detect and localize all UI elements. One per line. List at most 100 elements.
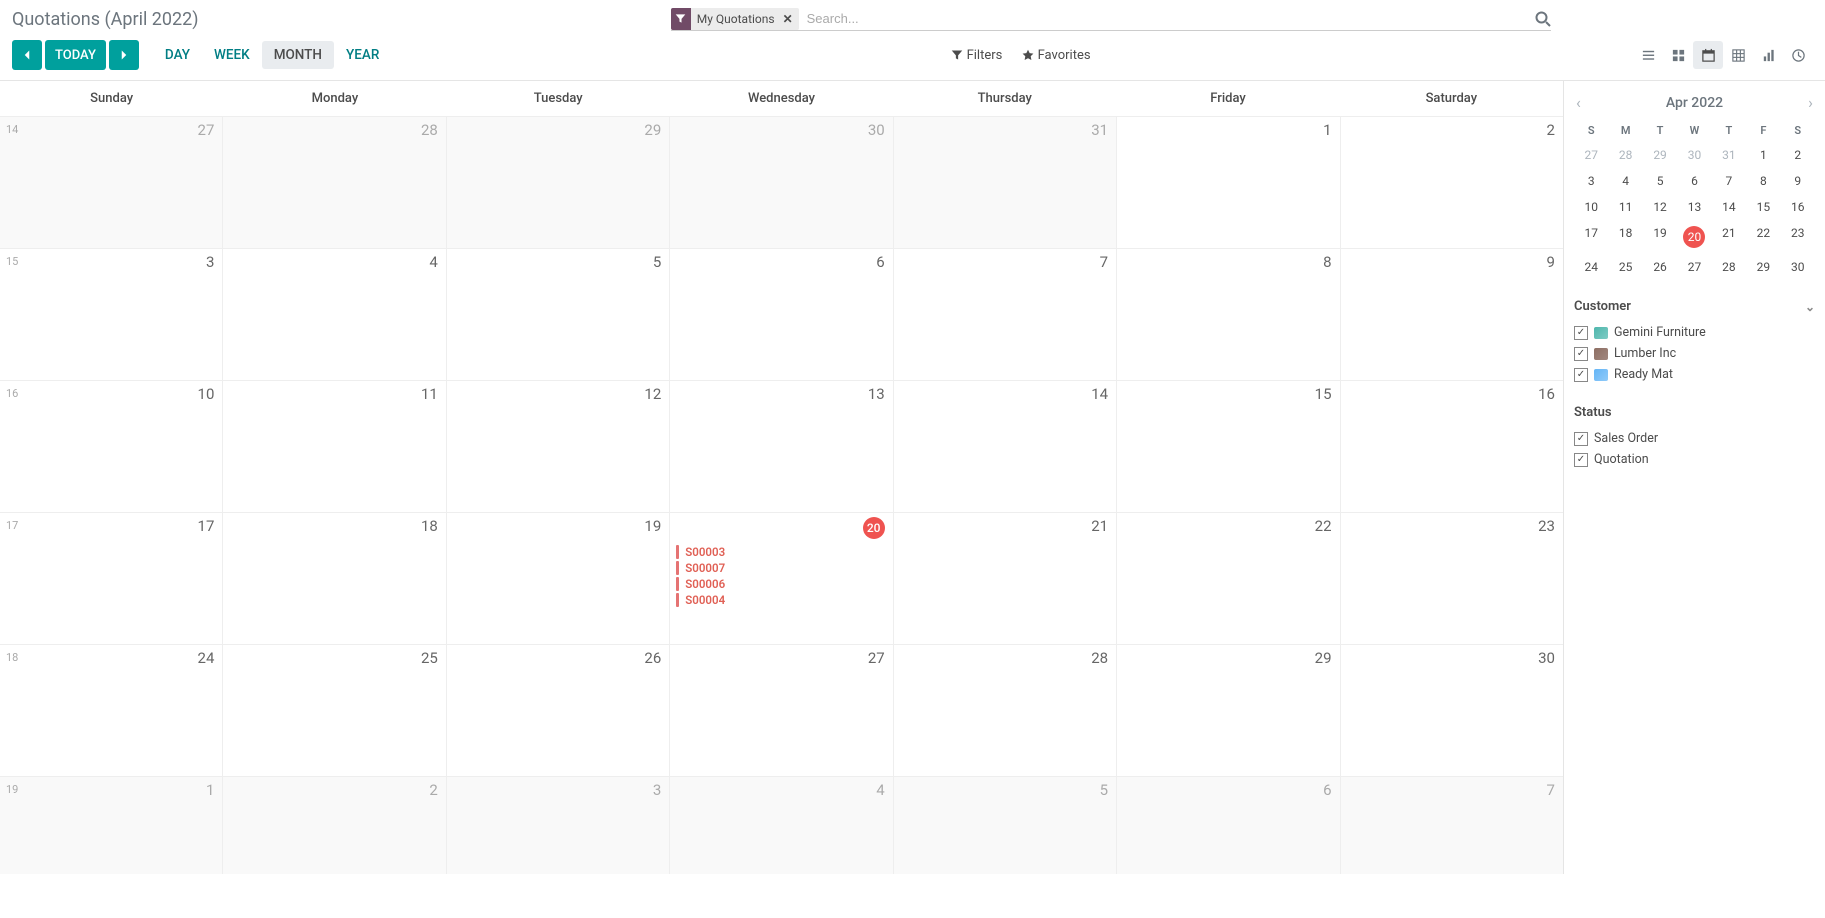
mini-day[interactable]: 15	[1746, 195, 1780, 219]
view-calendar-icon[interactable]	[1693, 41, 1723, 69]
calendar-cell[interactable]: 24	[0, 645, 223, 776]
mini-day[interactable]: 2	[1781, 143, 1815, 167]
checkbox-icon[interactable]: ✓	[1574, 368, 1588, 382]
chevron-down-icon[interactable]: ⌄	[1805, 300, 1815, 314]
prev-button[interactable]	[12, 40, 42, 70]
view-pivot-icon[interactable]	[1723, 41, 1753, 69]
calendar-cell[interactable]: 20S00003S00007S00006S00004	[670, 513, 893, 644]
calendar-event[interactable]: S00006	[676, 577, 886, 591]
calendar-cell[interactable]: 16	[1341, 381, 1563, 512]
checkbox-icon[interactable]: ✓	[1574, 347, 1588, 361]
calendar-cell[interactable]: 27	[0, 117, 223, 248]
range-day[interactable]: DAY	[153, 41, 202, 69]
calendar-cell[interactable]: 12	[447, 381, 670, 512]
mini-day[interactable]: 25	[1608, 255, 1642, 279]
calendar-cell[interactable]: 7	[1341, 777, 1563, 874]
calendar-cell[interactable]: 29	[447, 117, 670, 248]
mini-day[interactable]: 31	[1712, 143, 1746, 167]
calendar-cell[interactable]: 30	[1341, 645, 1563, 776]
mini-day[interactable]: 22	[1746, 221, 1780, 253]
status-filter-row[interactable]: ✓Sales Order	[1574, 428, 1815, 449]
mini-day[interactable]: 23	[1781, 221, 1815, 253]
calendar-cell[interactable]: 7	[894, 249, 1117, 380]
mini-day[interactable]: 27	[1677, 255, 1711, 279]
calendar-cell[interactable]: 30	[670, 117, 893, 248]
mini-day[interactable]: 11	[1608, 195, 1642, 219]
mini-day[interactable]: 28	[1712, 255, 1746, 279]
search-box[interactable]: My Quotations ✕	[671, 8, 1551, 31]
view-list-icon[interactable]	[1633, 41, 1663, 69]
mini-day[interactable]: 28	[1608, 143, 1642, 167]
calendar-cell[interactable]: 1	[0, 777, 223, 874]
calendar-cell[interactable]: 14	[894, 381, 1117, 512]
range-month[interactable]: MONTH	[262, 41, 334, 69]
calendar-cell[interactable]: 5	[894, 777, 1117, 874]
calendar-cell[interactable]: 28	[894, 645, 1117, 776]
mini-day[interactable]: 4	[1608, 169, 1642, 193]
customer-filter-row[interactable]: ✓Ready Mat	[1574, 364, 1815, 385]
mini-day[interactable]: 24	[1574, 255, 1608, 279]
calendar-cell[interactable]: 15	[1117, 381, 1340, 512]
mini-day[interactable]: 10	[1574, 195, 1608, 219]
calendar-cell[interactable]: 25	[223, 645, 446, 776]
mini-day[interactable]: 13	[1677, 195, 1711, 219]
calendar-cell[interactable]: 2	[223, 777, 446, 874]
mini-day[interactable]: 29	[1643, 143, 1677, 167]
calendar-cell[interactable]: 19	[447, 513, 670, 644]
calendar-cell[interactable]: 17	[0, 513, 223, 644]
mini-day[interactable]: 5	[1643, 169, 1677, 193]
mini-day[interactable]: 21	[1712, 221, 1746, 253]
calendar-cell[interactable]: 1	[1117, 117, 1340, 248]
search-icon[interactable]	[1535, 11, 1551, 27]
view-activity-icon[interactable]	[1783, 41, 1813, 69]
calendar-cell[interactable]: 26	[447, 645, 670, 776]
today-button[interactable]: TODAY	[45, 40, 106, 70]
calendar-cell[interactable]: 8	[1117, 249, 1340, 380]
mini-prev-icon[interactable]: ‹	[1576, 93, 1581, 112]
customer-filter-row[interactable]: ✓Gemini Furniture	[1574, 322, 1815, 343]
calendar-cell[interactable]: 4	[223, 249, 446, 380]
calendar-cell[interactable]: 31	[894, 117, 1117, 248]
mini-day[interactable]: 29	[1746, 255, 1780, 279]
view-kanban-icon[interactable]	[1663, 41, 1693, 69]
calendar-cell[interactable]: 27	[670, 645, 893, 776]
range-week[interactable]: WEEK	[202, 41, 262, 69]
calendar-cell[interactable]: 28	[223, 117, 446, 248]
facet-remove-icon[interactable]: ✕	[781, 12, 799, 26]
status-filter-row[interactable]: ✓Quotation	[1574, 449, 1815, 470]
calendar-cell[interactable]: 11	[223, 381, 446, 512]
mini-day[interactable]: 20	[1677, 221, 1711, 253]
filters-dropdown[interactable]: Filters	[951, 48, 1002, 63]
calendar-cell[interactable]: 13	[670, 381, 893, 512]
calendar-cell[interactable]: 3	[447, 777, 670, 874]
calendar-cell[interactable]: 6	[670, 249, 893, 380]
mini-day[interactable]: 7	[1712, 169, 1746, 193]
checkbox-icon[interactable]: ✓	[1574, 453, 1588, 467]
calendar-cell[interactable]: 21	[894, 513, 1117, 644]
calendar-cell[interactable]: 2	[1341, 117, 1563, 248]
mini-day[interactable]: 17	[1574, 221, 1608, 253]
checkbox-icon[interactable]: ✓	[1574, 326, 1588, 340]
mini-day[interactable]: 14	[1712, 195, 1746, 219]
mini-day[interactable]: 30	[1677, 143, 1711, 167]
calendar-cell[interactable]: 29	[1117, 645, 1340, 776]
calendar-event[interactable]: S00003	[676, 545, 886, 559]
mini-day[interactable]: 30	[1781, 255, 1815, 279]
mini-day[interactable]: 19	[1643, 221, 1677, 253]
calendar-cell[interactable]: 3	[0, 249, 223, 380]
mini-day[interactable]: 6	[1677, 169, 1711, 193]
mini-day[interactable]: 12	[1643, 195, 1677, 219]
mini-day[interactable]: 18	[1608, 221, 1642, 253]
mini-day[interactable]: 26	[1643, 255, 1677, 279]
mini-day[interactable]: 8	[1746, 169, 1780, 193]
calendar-cell[interactable]: 18	[223, 513, 446, 644]
mini-day[interactable]: 27	[1574, 143, 1608, 167]
calendar-cell[interactable]: 10	[0, 381, 223, 512]
calendar-event[interactable]: S00004	[676, 593, 886, 607]
favorites-dropdown[interactable]: Favorites	[1022, 48, 1090, 63]
customer-filter-row[interactable]: ✓Lumber Inc	[1574, 343, 1815, 364]
calendar-cell[interactable]: 6	[1117, 777, 1340, 874]
calendar-event[interactable]: S00007	[676, 561, 886, 575]
next-button[interactable]	[109, 40, 139, 70]
mini-day[interactable]: 16	[1781, 195, 1815, 219]
